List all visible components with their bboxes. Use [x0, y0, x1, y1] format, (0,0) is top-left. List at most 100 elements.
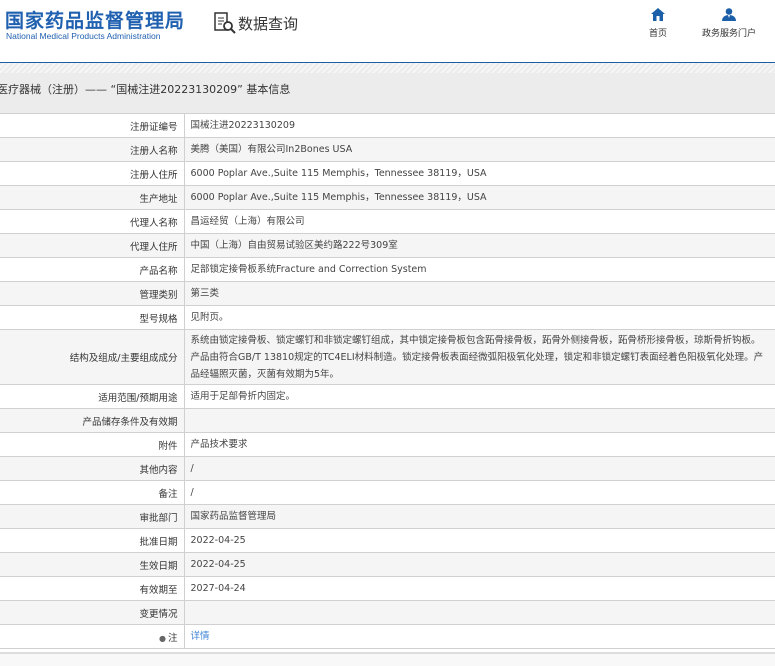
field-label: 注册人名称: [0, 137, 185, 162]
site-header: 国家药品监督管理局 National Medical Products Admi…: [0, 0, 775, 63]
field-label: 有效期至: [0, 576, 185, 601]
table-row: 型号规格 见附页。: [0, 305, 775, 330]
field-label: ● 注: [0, 624, 185, 649]
table-row: 附件 产品技术要求: [0, 432, 775, 457]
breadcrumb: 医疗器械（注册）—— “国械注进20223130209” 基本信息: [0, 73, 775, 113]
field-label-text: 产品储存条件及有效期: [82, 416, 178, 428]
details-link[interactable]: 详情: [191, 631, 210, 642]
field-value: 2022-04-25: [184, 528, 775, 553]
field-label-text: 备注: [158, 488, 178, 500]
field-label-text: 产品名称: [139, 265, 178, 277]
table-row: ● 注详情: [0, 624, 775, 649]
field-label-text: 型号规格: [139, 313, 178, 325]
field-value: 中国（上海）自由贸易试验区美约路222号309室: [184, 233, 775, 258]
field-label-text: 结构及组成/主要组成成分: [69, 353, 178, 364]
table-row: 注册人名称 美腾（美国）有限公司In2Bones USA: [0, 137, 775, 162]
nav-home[interactable]: 首页: [649, 8, 667, 39]
field-label: 审批部门: [0, 504, 185, 529]
logo-subtitle: National Medical Products Administration: [6, 31, 161, 41]
table-row: 代理人名称 昌运经贸（上海）有限公司: [0, 209, 775, 234]
field-value: 足部锁定接骨板系统Fracture and Correction System: [184, 257, 775, 282]
field-label: 管理类别: [0, 281, 185, 306]
field-label: 注册人住所: [0, 161, 185, 186]
table-row: 有效期至 2027-04-24: [0, 576, 775, 601]
field-label-text: 注册人名称: [129, 145, 178, 157]
field-label: 产品名称: [0, 257, 185, 282]
field-label: 生产地址: [0, 185, 185, 210]
field-value: 6000 Poplar Ave.,Suite 115 Memphis，Tenne…: [184, 161, 775, 186]
field-label-text: 注册证编号: [129, 121, 178, 133]
table-row: 管理类别 第三类: [0, 281, 775, 306]
table-row: 代理人住所 中国（上海）自由贸易试验区美约路222号309室: [0, 233, 775, 258]
field-value: [184, 408, 775, 433]
field-value: 国家药品监督管理局: [184, 504, 775, 529]
field-label: 适用范围/预期用途: [0, 384, 185, 409]
table-row: 产品名称 足部锁定接骨板系统Fracture and Correction Sys…: [0, 257, 775, 282]
field-label-text: 批准日期: [139, 536, 178, 548]
table-row: 变更情况: [0, 600, 775, 625]
table-row: 生产地址 6000 Poplar Ave.,Suite 115 Memphis，T…: [0, 185, 775, 210]
table-row: 注册人住所 6000 Poplar Ave.,Suite 115 Memphis，…: [0, 161, 775, 186]
field-value: 2027-04-24: [184, 576, 775, 601]
pin-icon: ●: [159, 633, 166, 643]
logo-title[interactable]: 国家药品监督管理局: [5, 6, 185, 33]
field-label: 批准日期: [0, 528, 185, 553]
nav-home-label: 首页: [649, 29, 668, 39]
field-label-text: 审批部门: [139, 512, 178, 524]
field-label-text: 注: [167, 632, 178, 644]
field-value: 美腾（美国）有限公司In2Bones USA: [184, 137, 775, 162]
field-value: 昌运经贸（上海）有限公司: [184, 209, 775, 234]
divider-stripe: [0, 63, 775, 73]
field-value: 详情: [184, 624, 775, 649]
field-value: 见附页。: [184, 305, 775, 330]
data-query-title: 数据查询: [214, 12, 298, 34]
field-label-text: 生效日期: [139, 560, 178, 572]
field-label-text: 适用范围/预期用途: [98, 392, 178, 404]
field-label: 备注: [0, 480, 185, 505]
table-row: 结构及组成/主要组成成分 系统由锁定接骨板、锁定螺钉和非锁定螺钉组成，其中锁定接骨…: [0, 329, 775, 385]
field-value: 系统由锁定接骨板、锁定螺钉和非锁定螺钉组成，其中锁定接骨板包含跖骨接骨板，跖骨外…: [184, 329, 775, 385]
home-icon: [651, 8, 665, 21]
field-label-text: 生产地址: [139, 193, 178, 205]
user-icon: [722, 8, 736, 21]
footer: [0, 652, 775, 666]
query-label: 数据查询: [238, 14, 299, 33]
field-label: 其他内容: [0, 456, 185, 481]
detail-table: 注册证编号 国械注进20223130209 注册人名称 美腾（美国）有限公司In2Bo…: [0, 113, 775, 649]
table-row: 其他内容 /: [0, 456, 775, 481]
nav-service-portal[interactable]: 政务服务门户: [702, 8, 756, 39]
field-label: 型号规格: [0, 305, 185, 330]
table-row: 适用范围/预期用途 适用于足部骨折内固定。: [0, 384, 775, 409]
table-row: 产品储存条件及有效期: [0, 408, 775, 433]
table-row: 批准日期 2022-04-25: [0, 528, 775, 553]
field-value: [184, 600, 775, 625]
field-value: /: [184, 480, 775, 505]
table-row: 注册证编号 国械注进20223130209: [0, 113, 775, 138]
field-label: 生效日期: [0, 552, 185, 577]
field-label-text: 变更情况: [139, 608, 178, 620]
field-value: /: [184, 456, 775, 481]
field-label-text: 管理类别: [139, 289, 178, 301]
table-row: 审批部门 国家药品监督管理局: [0, 504, 775, 529]
field-label: 注册证编号: [0, 113, 185, 138]
nav-service-label: 政务服务门户: [702, 29, 757, 39]
field-value: 国械注进20223130209: [184, 113, 775, 138]
field-label-text: 代理人住所: [129, 241, 178, 253]
field-label-text: 注册人住所: [129, 169, 178, 181]
field-value: 第三类: [184, 281, 775, 306]
field-label: 变更情况: [0, 600, 185, 625]
table-row: 生效日期 2022-04-25: [0, 552, 775, 577]
field-label-text: 附件: [158, 440, 178, 452]
field-value: 2022-04-25: [184, 552, 775, 577]
field-label-text: 代理人名称: [129, 217, 178, 229]
table-row: 备注 /: [0, 480, 775, 505]
field-label: 结构及组成/主要组成成分: [0, 329, 185, 385]
field-label-text: 有效期至: [139, 584, 178, 596]
field-value: 适用于足部骨折内固定。: [184, 384, 775, 409]
field-label-text: 其他内容: [139, 464, 178, 476]
field-label: 产品储存条件及有效期: [0, 408, 185, 433]
field-value: 6000 Poplar Ave.,Suite 115 Memphis，Tenne…: [184, 185, 775, 210]
field-label: 代理人住所: [0, 233, 185, 258]
field-label: 附件: [0, 432, 185, 457]
field-value: 产品技术要求: [184, 432, 775, 457]
